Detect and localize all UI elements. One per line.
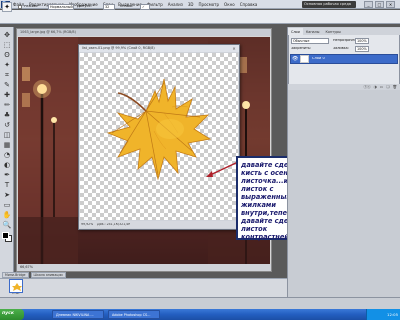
zoom-icon[interactable]: 🔍 bbox=[2, 220, 12, 230]
antialias-label: Сглаж. bbox=[120, 5, 134, 8]
pen-icon[interactable]: ✒ bbox=[2, 170, 12, 180]
tab-paths[interactable]: Контуры bbox=[322, 28, 344, 35]
animation-panel bbox=[0, 278, 287, 297]
leaf-document-status: 99,92% Док.: 241,1К/321,4К bbox=[79, 221, 239, 228]
dodge-icon[interactable]: ◐ bbox=[2, 160, 12, 170]
path-select-icon[interactable]: ➤ bbox=[2, 190, 12, 200]
menu-item-3d[interactable]: 3D bbox=[188, 2, 194, 7]
antialias-checkbox[interactable]: ✓ bbox=[140, 4, 150, 10]
minimize-button[interactable]: _ bbox=[364, 1, 373, 8]
frame-delay-label[interactable]: 0 сек. bbox=[9, 293, 23, 296]
layer-name[interactable]: Слой 0 bbox=[312, 57, 325, 61]
hand-icon[interactable]: ✋ bbox=[2, 210, 12, 220]
mode-label: Режим: bbox=[24, 5, 38, 8]
leaf-canvas[interactable] bbox=[80, 53, 238, 220]
opacity-input[interactable]: 100% bbox=[355, 38, 369, 44]
options-bar bbox=[0, 10, 400, 24]
magic-wand-icon[interactable]: ✦ bbox=[2, 2, 12, 12]
annotation-arrow bbox=[206, 161, 239, 177]
menu-item-help[interactable]: Справка bbox=[240, 2, 258, 7]
taskbar-item-photoshop[interactable]: Adobe Photoshop CS... bbox=[108, 310, 160, 319]
eraser-icon[interactable]: ◫ bbox=[2, 130, 12, 140]
sample-all-checkbox[interactable] bbox=[18, 5, 22, 9]
background-document-status: 66,67% bbox=[17, 264, 271, 271]
crop-icon[interactable]: ⌗ bbox=[2, 70, 12, 80]
tolerance-label: Допуск: bbox=[77, 5, 92, 8]
tab-channels[interactable]: Каналы bbox=[303, 28, 323, 35]
layers-panel-tabs: Слои Каналы Контуры bbox=[288, 28, 400, 35]
taskbar-item-browser[interactable]: Дневник NIKVILINA ... bbox=[52, 310, 104, 319]
menu-item-window[interactable]: Окно bbox=[224, 2, 235, 7]
lock-label: Закрепить: bbox=[291, 47, 312, 50]
history-brush-icon[interactable]: ↺ bbox=[2, 120, 12, 130]
brush-icon[interactable]: ✏ bbox=[2, 100, 12, 110]
lasso-icon[interactable]: ʘ bbox=[2, 50, 12, 60]
document-size-info: Док.: 241,1К/321,4К bbox=[97, 222, 131, 226]
blur-icon[interactable]: ◔ bbox=[2, 150, 12, 160]
layer-thumbnail bbox=[300, 55, 309, 63]
layers-footer: ⓕⓧ ◑ ▭ ❏ 🗑 bbox=[288, 84, 400, 90]
leaf-document-tab[interactable]: list_osen-01.png @ 99,9% (Слой 0, RGB/8) bbox=[79, 45, 239, 52]
magic-wand-icon[interactable]: ✦ bbox=[2, 60, 12, 70]
fill-label: Заливка: bbox=[333, 47, 349, 50]
mode-select[interactable]: Нормальный bbox=[48, 4, 74, 10]
new-layer-icon[interactable]: ❏ bbox=[386, 84, 389, 90]
menu-item-view[interactable]: Просмотр bbox=[199, 2, 220, 7]
close-button[interactable]: ✕ bbox=[386, 1, 395, 8]
background-document-tab[interactable]: 1063_large.jpg @ 66,7% (RGB/8) bbox=[17, 29, 271, 36]
tolerance-input[interactable]: 32 bbox=[103, 4, 115, 10]
adjustment-icon[interactable]: ◑ bbox=[374, 84, 377, 90]
maple-leaf-image bbox=[106, 78, 212, 181]
clone-icon[interactable]: ♣ bbox=[2, 110, 12, 120]
layer-style-icon[interactable]: ⓕⓧ bbox=[363, 84, 370, 90]
trash-icon[interactable]: 🗑 bbox=[392, 84, 397, 90]
menu-item-analysis[interactable]: Анализ bbox=[168, 2, 183, 7]
foreground-color-swatch[interactable] bbox=[2, 232, 9, 239]
workspace-switcher[interactable]: Основная рабочая среда bbox=[302, 1, 356, 8]
leaf-thumb-image bbox=[12, 283, 22, 291]
bottom-bar bbox=[0, 297, 400, 309]
type-icon[interactable]: T bbox=[2, 180, 12, 190]
gradient-icon[interactable]: ▦ bbox=[2, 140, 12, 150]
system-clock: 12:05 bbox=[366, 309, 400, 320]
start-button[interactable]: пуск bbox=[0, 309, 24, 320]
tools-panel: ✥ ⬚ ʘ ✦ ⌗ ✎ ✚ ✏ ♣ ↺ ◫ ▦ ◔ ◐ ✒ T ➤ ▭ ✋ 🔍 bbox=[0, 27, 14, 297]
tab-layers[interactable]: Слои bbox=[288, 28, 303, 35]
eyedropper-icon[interactable]: ✎ bbox=[2, 80, 12, 90]
animation-frame-thumbnail[interactable] bbox=[9, 279, 23, 293]
zoom-level[interactable]: 99,92% bbox=[81, 223, 93, 227]
move-icon[interactable]: ✥ bbox=[2, 30, 12, 40]
blend-mode-select[interactable]: Обычные bbox=[291, 38, 329, 44]
healing-icon[interactable]: ✚ bbox=[2, 90, 12, 100]
eye-icon[interactable]: 👁 bbox=[292, 56, 298, 62]
shape-icon[interactable]: ▭ bbox=[2, 200, 12, 210]
close-icon[interactable]: ✕ bbox=[231, 46, 237, 51]
maximize-button[interactable]: □ bbox=[375, 1, 384, 8]
group-icon[interactable]: ▭ bbox=[380, 84, 383, 90]
marquee-icon[interactable]: ⬚ bbox=[2, 40, 12, 50]
window-controls: _ □ ✕ bbox=[364, 1, 395, 8]
fill-input[interactable]: 100% bbox=[355, 46, 369, 52]
